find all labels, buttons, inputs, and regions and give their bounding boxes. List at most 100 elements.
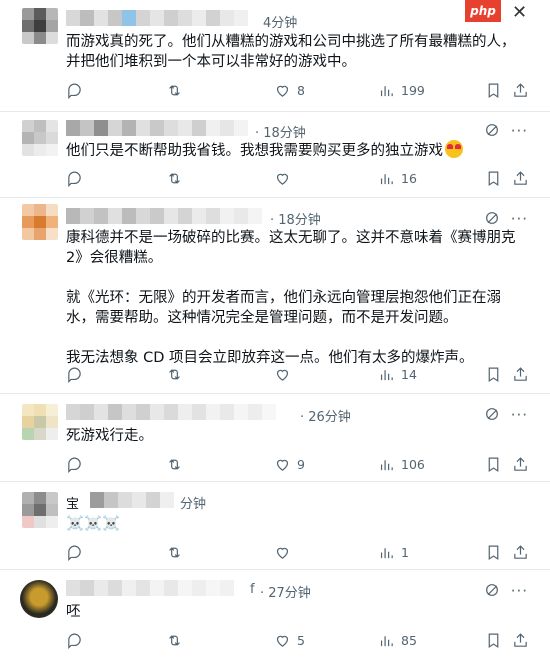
like-button[interactable] bbox=[274, 170, 291, 187]
author-name[interactable] bbox=[90, 492, 174, 508]
like-button[interactable] bbox=[274, 544, 291, 561]
like-button[interactable]: 9 bbox=[274, 456, 305, 473]
share-button[interactable] bbox=[512, 170, 529, 187]
grok-icon[interactable] bbox=[484, 582, 500, 598]
heart-icon bbox=[276, 459, 289, 471]
tweet-text: 他们只是不断帮助我省钱。我想我需要购买更多的独立游戏 bbox=[66, 140, 524, 161]
action-bar: 14 bbox=[66, 364, 528, 384]
share-icon bbox=[514, 456, 527, 471]
bookmark-button[interactable] bbox=[485, 82, 502, 99]
views-button[interactable]: 85 bbox=[378, 632, 417, 649]
share-icon bbox=[514, 366, 527, 381]
heart-icon bbox=[276, 369, 289, 381]
reply-icon bbox=[68, 545, 81, 561]
share-button[interactable] bbox=[512, 366, 529, 383]
tweet-text: ☠️☠️☠️ bbox=[66, 516, 121, 532]
reply-button[interactable] bbox=[66, 456, 83, 473]
like-button[interactable]: 8 bbox=[274, 82, 305, 99]
tweet-1[interactable]: 4分钟 而游戏真的死了。他们从糟糕的游戏和公司中挑选了所有最糟糕的人，并把他们堆… bbox=[0, 0, 550, 112]
more-icon[interactable]: ··· bbox=[511, 582, 528, 600]
tweet-4[interactable]: · 26分钟 ··· 死游戏行走。 9 106 bbox=[0, 394, 550, 482]
reply-icon bbox=[68, 633, 81, 649]
avatar[interactable] bbox=[22, 120, 58, 156]
timestamp[interactable]: · 18分钟 bbox=[270, 209, 321, 228]
share-icon bbox=[514, 544, 527, 559]
author-name[interactable] bbox=[66, 580, 234, 596]
timestamp[interactable]: · 27分钟 bbox=[260, 582, 311, 601]
heart-eyes-emoji-icon bbox=[445, 140, 463, 158]
action-bar: 1 bbox=[66, 542, 528, 562]
grok-icon[interactable] bbox=[484, 406, 500, 422]
grok-icon[interactable] bbox=[484, 210, 500, 226]
author-name[interactable] bbox=[66, 404, 276, 420]
author-name[interactable] bbox=[66, 120, 248, 136]
bookmark-button[interactable] bbox=[485, 544, 502, 561]
tweet-6[interactable]: f · 27分钟 ··· 呸 5 85 bbox=[0, 570, 550, 665]
views-button[interactable]: 1 bbox=[378, 544, 409, 561]
heart-icon bbox=[276, 635, 289, 647]
views-button[interactable]: 199 bbox=[378, 82, 425, 99]
heart-icon bbox=[276, 173, 289, 185]
avatar[interactable] bbox=[22, 204, 58, 240]
timestamp[interactable]: · 26分钟 bbox=[300, 406, 351, 425]
bookmark-button[interactable] bbox=[485, 456, 502, 473]
reply-button[interactable] bbox=[66, 366, 83, 383]
share-button[interactable] bbox=[512, 456, 529, 473]
like-button[interactable]: 5 bbox=[274, 632, 305, 649]
tweet-text-content: 他们只是不断帮助我省钱。我想我需要购买更多的独立游戏 bbox=[66, 143, 443, 159]
tweet-3[interactable]: · 18分钟 ··· 康科德并不是一场破碎的比赛。这太无聊了。这并不意味着《赛博… bbox=[0, 198, 550, 394]
retweet-icon bbox=[169, 368, 180, 380]
more-icon[interactable]: ··· bbox=[511, 210, 528, 228]
author-name[interactable] bbox=[66, 208, 262, 224]
retweet-button[interactable] bbox=[166, 632, 183, 649]
heart-icon bbox=[276, 85, 289, 97]
view-count: 106 bbox=[401, 456, 425, 472]
timestamp[interactable]: · 18分钟 bbox=[255, 122, 306, 141]
more-icon[interactable]: ··· bbox=[511, 406, 528, 424]
avatar[interactable] bbox=[22, 8, 58, 44]
reply-button[interactable] bbox=[66, 544, 83, 561]
bookmark-icon bbox=[488, 171, 499, 186]
retweet-button[interactable] bbox=[166, 544, 183, 561]
bookmark-icon bbox=[488, 633, 499, 648]
retweet-button[interactable] bbox=[166, 456, 183, 473]
views-icon bbox=[380, 459, 393, 470]
reply-button[interactable] bbox=[66, 170, 83, 187]
views-icon bbox=[380, 547, 393, 558]
bookmark-icon bbox=[488, 545, 499, 560]
avatar[interactable] bbox=[20, 580, 58, 618]
share-button[interactable] bbox=[512, 544, 529, 561]
tweet-2[interactable]: · 18分钟 ··· 他们只是不断帮助我省钱。我想我需要购买更多的独立游戏 16 bbox=[0, 112, 550, 198]
timestamp[interactable]: 4分钟 bbox=[263, 12, 297, 31]
share-button[interactable] bbox=[512, 632, 529, 649]
views-icon bbox=[380, 635, 393, 646]
reply-button[interactable] bbox=[66, 632, 83, 649]
retweet-button[interactable] bbox=[166, 366, 183, 383]
tweet-5[interactable]: 宝 分钟 ☠️☠️☠️ 1 bbox=[0, 482, 550, 570]
action-bar: 16 bbox=[66, 168, 528, 188]
author-name[interactable] bbox=[66, 10, 248, 26]
more-icon[interactable]: ··· bbox=[511, 122, 528, 140]
retweet-button[interactable] bbox=[166, 82, 183, 99]
handle-fragment[interactable]: f bbox=[250, 582, 255, 597]
avatar[interactable] bbox=[22, 492, 58, 528]
views-button[interactable]: 16 bbox=[378, 170, 417, 187]
views-button[interactable]: 106 bbox=[378, 456, 425, 473]
reply-icon bbox=[68, 171, 81, 187]
retweet-icon bbox=[169, 458, 180, 470]
views-button[interactable]: 14 bbox=[378, 366, 417, 383]
share-button[interactable] bbox=[512, 82, 529, 99]
bookmark-button[interactable] bbox=[485, 170, 502, 187]
grok-icon[interactable] bbox=[484, 122, 500, 138]
author-name-fragment[interactable]: 宝 bbox=[66, 493, 92, 512]
avatar[interactable] bbox=[22, 404, 58, 440]
reply-button[interactable] bbox=[66, 82, 83, 99]
timestamp[interactable]: 分钟 bbox=[180, 493, 206, 512]
retweet-icon bbox=[169, 546, 180, 558]
tweet-text: 呸 bbox=[66, 604, 81, 620]
like-count: 8 bbox=[297, 82, 305, 98]
like-button[interactable] bbox=[274, 366, 291, 383]
bookmark-button[interactable] bbox=[485, 366, 502, 383]
retweet-button[interactable] bbox=[166, 170, 183, 187]
bookmark-button[interactable] bbox=[485, 632, 502, 649]
